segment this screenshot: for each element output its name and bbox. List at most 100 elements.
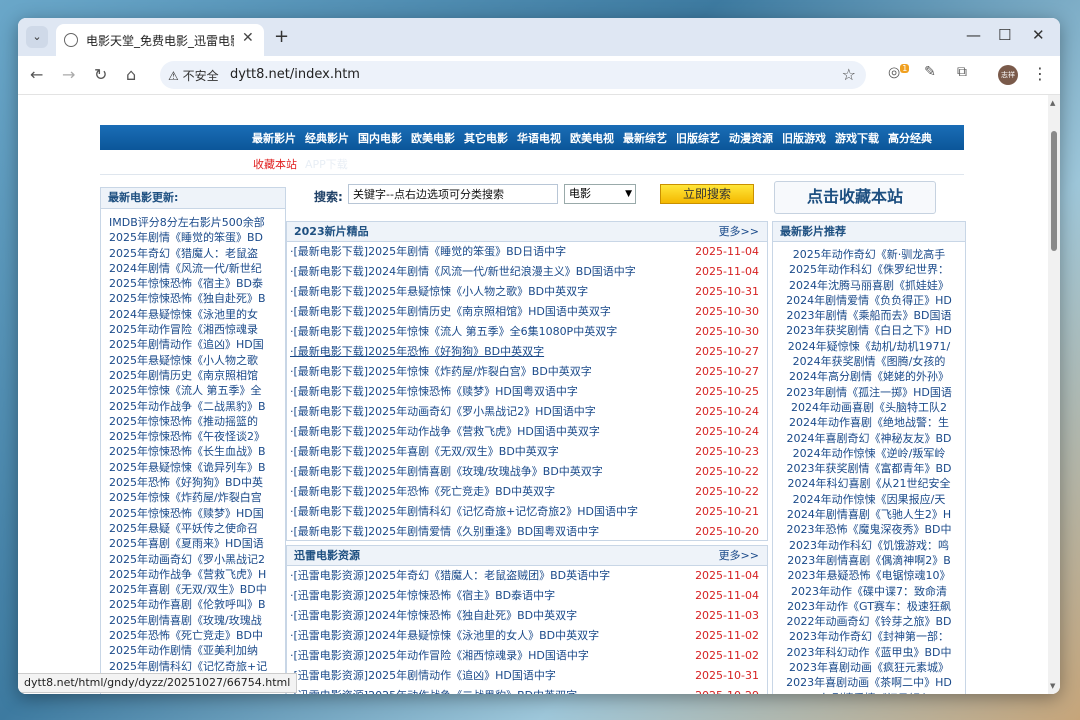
movie-link[interactable]: ·[迅雷电影资源]2024年惊悚恐怖《独自赴死》BD中英双字 xyxy=(290,606,577,626)
movie-link[interactable]: ·[最新电影下载]2025年剧情喜剧《玫瑰/玫瑰战争》BD中英双字 xyxy=(290,462,603,482)
list-item[interactable]: 2025年惊悚恐怖《午夜怪谈2》 xyxy=(109,429,283,444)
list-item[interactable]: 2023年获奖剧情《富都青年》BD xyxy=(773,461,965,476)
list-item[interactable]: 2025年动作冒险《湘西惊魂录 xyxy=(109,322,283,337)
list-item[interactable]: 2023年剧情《乘船而去》BD国语 xyxy=(773,308,965,323)
category-select[interactable]: 电影 ▼ xyxy=(564,184,636,204)
bookmark-star-icon[interactable]: ☆ xyxy=(842,65,856,84)
movie-link[interactable]: ·[最新电影下载]2025年恐怖《死亡竞走》BD中英双字 xyxy=(290,482,555,502)
page-scrollbar[interactable]: ▲ ▼ xyxy=(1048,95,1060,694)
new-tab-button[interactable]: + xyxy=(274,26,289,47)
list-item[interactable]: 2025年惊悚恐怖《推动摇篮的 xyxy=(109,414,283,429)
list-item[interactable]: 2024年动作惊悚《因果报应/天 xyxy=(773,492,965,507)
nav-item[interactable]: 最新影片 xyxy=(252,132,296,145)
movie-link[interactable]: ·[迅雷电影资源]2025年奇幻《猎魔人：老鼠盗贼团》BD英语中字 xyxy=(290,566,610,586)
list-item[interactable]: 2025年奇幻《猎魔人：老鼠盗 xyxy=(109,246,283,261)
list-item[interactable]: 2025年动作科幻《侏罗纪世界： xyxy=(773,262,965,277)
movie-link[interactable]: ·[最新电影下载]2025年恐怖《好狗狗》BD中英双字 xyxy=(290,342,544,362)
search-button[interactable]: 立即搜索 xyxy=(660,184,754,204)
list-item[interactable]: IMDB评分8分左右影片500余部 xyxy=(109,215,283,230)
list-item[interactable]: 2024年动画喜剧《头脑特工队2 xyxy=(773,400,965,415)
edit-extension-icon[interactable]: ✎ xyxy=(920,64,940,84)
list-item[interactable]: 2024年动作喜剧《绝地战警：生 xyxy=(773,415,965,430)
list-item[interactable]: 2023年恐怖《魔鬼深夜秀》BD中 xyxy=(773,522,965,537)
list-item[interactable]: 2025年恐怖《好狗狗》BD中英 xyxy=(109,475,283,490)
puzzle-icon[interactable]: ⧉ xyxy=(952,64,972,84)
scroll-up-icon[interactable]: ▲ xyxy=(1050,99,1055,107)
list-item[interactable]: 2024年高分剧情《姥姥的外孙》 xyxy=(773,369,965,384)
forward-icon[interactable]: → xyxy=(62,65,75,84)
list-item[interactable]: 2025年惊悚恐怖《长生血战》B xyxy=(109,444,283,459)
movie-link[interactable]: ·[最新电影下载]2025年惊悚《炸药屋/炸裂白宫》BD中英双字 xyxy=(290,362,592,382)
nav-item[interactable]: 欧美电影 xyxy=(411,132,455,145)
nav-item[interactable]: 欧美电视 xyxy=(570,132,614,145)
list-item[interactable]: 2025年动作剧情《亚美利加纳 xyxy=(109,643,283,658)
movie-link[interactable]: ·[最新电影下载]2025年剧情历史《南京照相馆》HD国语中英双字 xyxy=(290,302,611,322)
back-icon[interactable]: ← xyxy=(30,65,43,84)
list-item[interactable]: 2025年剧情动作《追凶》HD国 xyxy=(109,337,283,352)
list-item[interactable]: 2025年剧情科幻《记忆奇旅+记 xyxy=(109,659,283,674)
minimize-icon[interactable]: — xyxy=(966,26,981,44)
security-warning[interactable]: ⚠ 不安全 xyxy=(168,67,219,84)
close-tab-icon[interactable]: ✕ xyxy=(242,30,254,46)
list-item[interactable]: 2025年悬疑惊悚《诡异列车》B xyxy=(109,460,283,475)
list-item[interactable]: 2024年剧情《风流一代/新世纪 xyxy=(109,261,283,276)
movie-link[interactable]: ·[迅雷电影资源]2025年动作战争《二战黑豹》BD中英双字 xyxy=(290,686,577,694)
movie-link[interactable]: ·[最新电影下载]2025年动作战争《营救飞虎》HD国语中英双字 xyxy=(290,422,600,442)
list-item[interactable]: 2025年惊悚恐怖《独自赴死》B xyxy=(109,291,283,306)
active-tab[interactable]: 电影天堂_免费电影_迅雷电影下载 ✕ xyxy=(56,24,264,56)
movie-link[interactable]: ·[迅雷电影资源]2024年悬疑惊悚《泳池里的女人》BD中英双字 xyxy=(290,626,599,646)
movie-link[interactable]: ·[最新电影下载]2025年惊悚《流人 第五季》全6集1080P中英双字 xyxy=(290,322,617,342)
movie-link[interactable]: ·[迅雷电影资源]2025年动作冒险《湘西惊魂录》HD国语中字 xyxy=(290,646,589,666)
list-item[interactable]: 2025年动作喜剧《伦敦呼叫》B xyxy=(109,597,283,612)
more-link[interactable]: 更多>> xyxy=(719,222,759,241)
nav-item[interactable]: 最新综艺 xyxy=(623,132,667,145)
nav-item[interactable]: 其它电影 xyxy=(464,132,508,145)
list-item[interactable]: 2023年喜剧动画《疯狂元素城》 xyxy=(773,660,965,675)
list-item[interactable]: 2025年惊悚恐怖《宿主》BD泰 xyxy=(109,276,283,291)
more-link[interactable]: 更多>> xyxy=(719,546,759,565)
list-item[interactable]: 2023年剧情爱情《初见倾心/一 xyxy=(773,691,965,694)
list-item[interactable]: 2025年剧情《睡觉的笨蛋》BD xyxy=(109,230,283,245)
list-item[interactable]: 2025年惊悚《炸药屋/炸裂白宫 xyxy=(109,490,283,505)
list-item[interactable]: 2023年获奖剧情《白日之下》HD xyxy=(773,323,965,338)
scroll-thumb[interactable] xyxy=(1051,131,1057,251)
list-item[interactable]: 2024年悬疑惊悚《泳池里的女 xyxy=(109,307,283,322)
nav-item[interactable]: 高分经典 xyxy=(888,132,932,145)
list-item[interactable]: 2023年动作《GT赛车：极速狂飙 xyxy=(773,599,965,614)
movie-link[interactable]: ·[迅雷电影资源]2025年惊悚恐怖《宿主》BD泰语中字 xyxy=(290,586,555,606)
scroll-down-icon[interactable]: ▼ xyxy=(1050,682,1055,690)
nav-item[interactable]: 旧版游戏 xyxy=(782,132,826,145)
list-item[interactable]: 2025年惊悚《流人 第五季》全 xyxy=(109,383,283,398)
list-item[interactable]: 2024年喜剧奇幻《神秘友友》BD xyxy=(773,431,965,446)
address-bar[interactable]: ⚠ 不安全 dytt8.net/index.htm ☆ xyxy=(160,61,866,89)
list-item[interactable]: 2023年科幻动作《蓝甲虫》BD中 xyxy=(773,645,965,660)
list-item[interactable]: 2024年沈腾马丽喜剧《抓娃娃》 xyxy=(773,278,965,293)
nav-item[interactable]: 经典影片 xyxy=(305,132,349,145)
movie-link[interactable]: ·[最新电影下载]2025年剧情科幻《记忆奇旅+记忆奇旅2》HD国语中字 xyxy=(290,502,638,522)
home-icon[interactable]: ⌂ xyxy=(126,65,136,84)
movie-link[interactable]: ·[最新电影下载]2025年剧情爱情《久别重逢》BD国粤双语中字 xyxy=(290,522,599,540)
list-item[interactable]: 2025年动画奇幻《罗小黑战记2 xyxy=(109,552,283,567)
list-item[interactable]: 2023年动作奇幻《封神第一部： xyxy=(773,629,965,644)
list-item[interactable]: 2022年动画奇幻《铃芽之旅》BD xyxy=(773,614,965,629)
list-item[interactable]: 2023年悬疑恐怖《电锯惊魂10》 xyxy=(773,568,965,583)
nav-item[interactable]: 动漫资源 xyxy=(729,132,773,145)
nav-item[interactable]: 华语电视 xyxy=(517,132,561,145)
reload-icon[interactable]: ↻ xyxy=(94,65,107,84)
list-item[interactable]: 2025年惊悚恐怖《赎梦》HD国 xyxy=(109,506,283,521)
search-input[interactable]: 关键字--点右边选项可分类搜索 xyxy=(348,184,558,204)
movie-link[interactable]: ·[最新电影下载]2025年动画奇幻《罗小黑战记2》HD国语中字 xyxy=(290,402,596,422)
list-item[interactable]: 2024年科幻喜剧《从21世纪安全 xyxy=(773,476,965,491)
tab-search-button[interactable]: ⌄ xyxy=(26,26,48,48)
list-item[interactable]: 2025年剧情历史《南京照相馆 xyxy=(109,368,283,383)
list-item[interactable]: 2025年剧情喜剧《玫瑰/玫瑰战 xyxy=(109,613,283,628)
list-item[interactable]: 2025年动作战争《二战黑豹》B xyxy=(109,399,283,414)
list-item[interactable]: 2025年喜剧《夏雨来》HD国语 xyxy=(109,536,283,551)
nav-item[interactable]: 旧版综艺 xyxy=(676,132,720,145)
extension-icon[interactable]: ◎ 1 xyxy=(888,64,910,84)
movie-link[interactable]: ·[最新电影下载]2025年悬疑惊悚《小人物之歌》BD中英双字 xyxy=(290,282,588,302)
movie-link[interactable]: ·[迅雷电影资源]2025年剧情动作《追凶》HD国语中字 xyxy=(290,666,556,686)
list-item[interactable]: 2025年动作战争《营救飞虎》H xyxy=(109,567,283,582)
bookmark-site-button[interactable]: 点击收藏本站 xyxy=(774,181,936,214)
app-download-link[interactable]: APP下载 xyxy=(305,156,348,172)
